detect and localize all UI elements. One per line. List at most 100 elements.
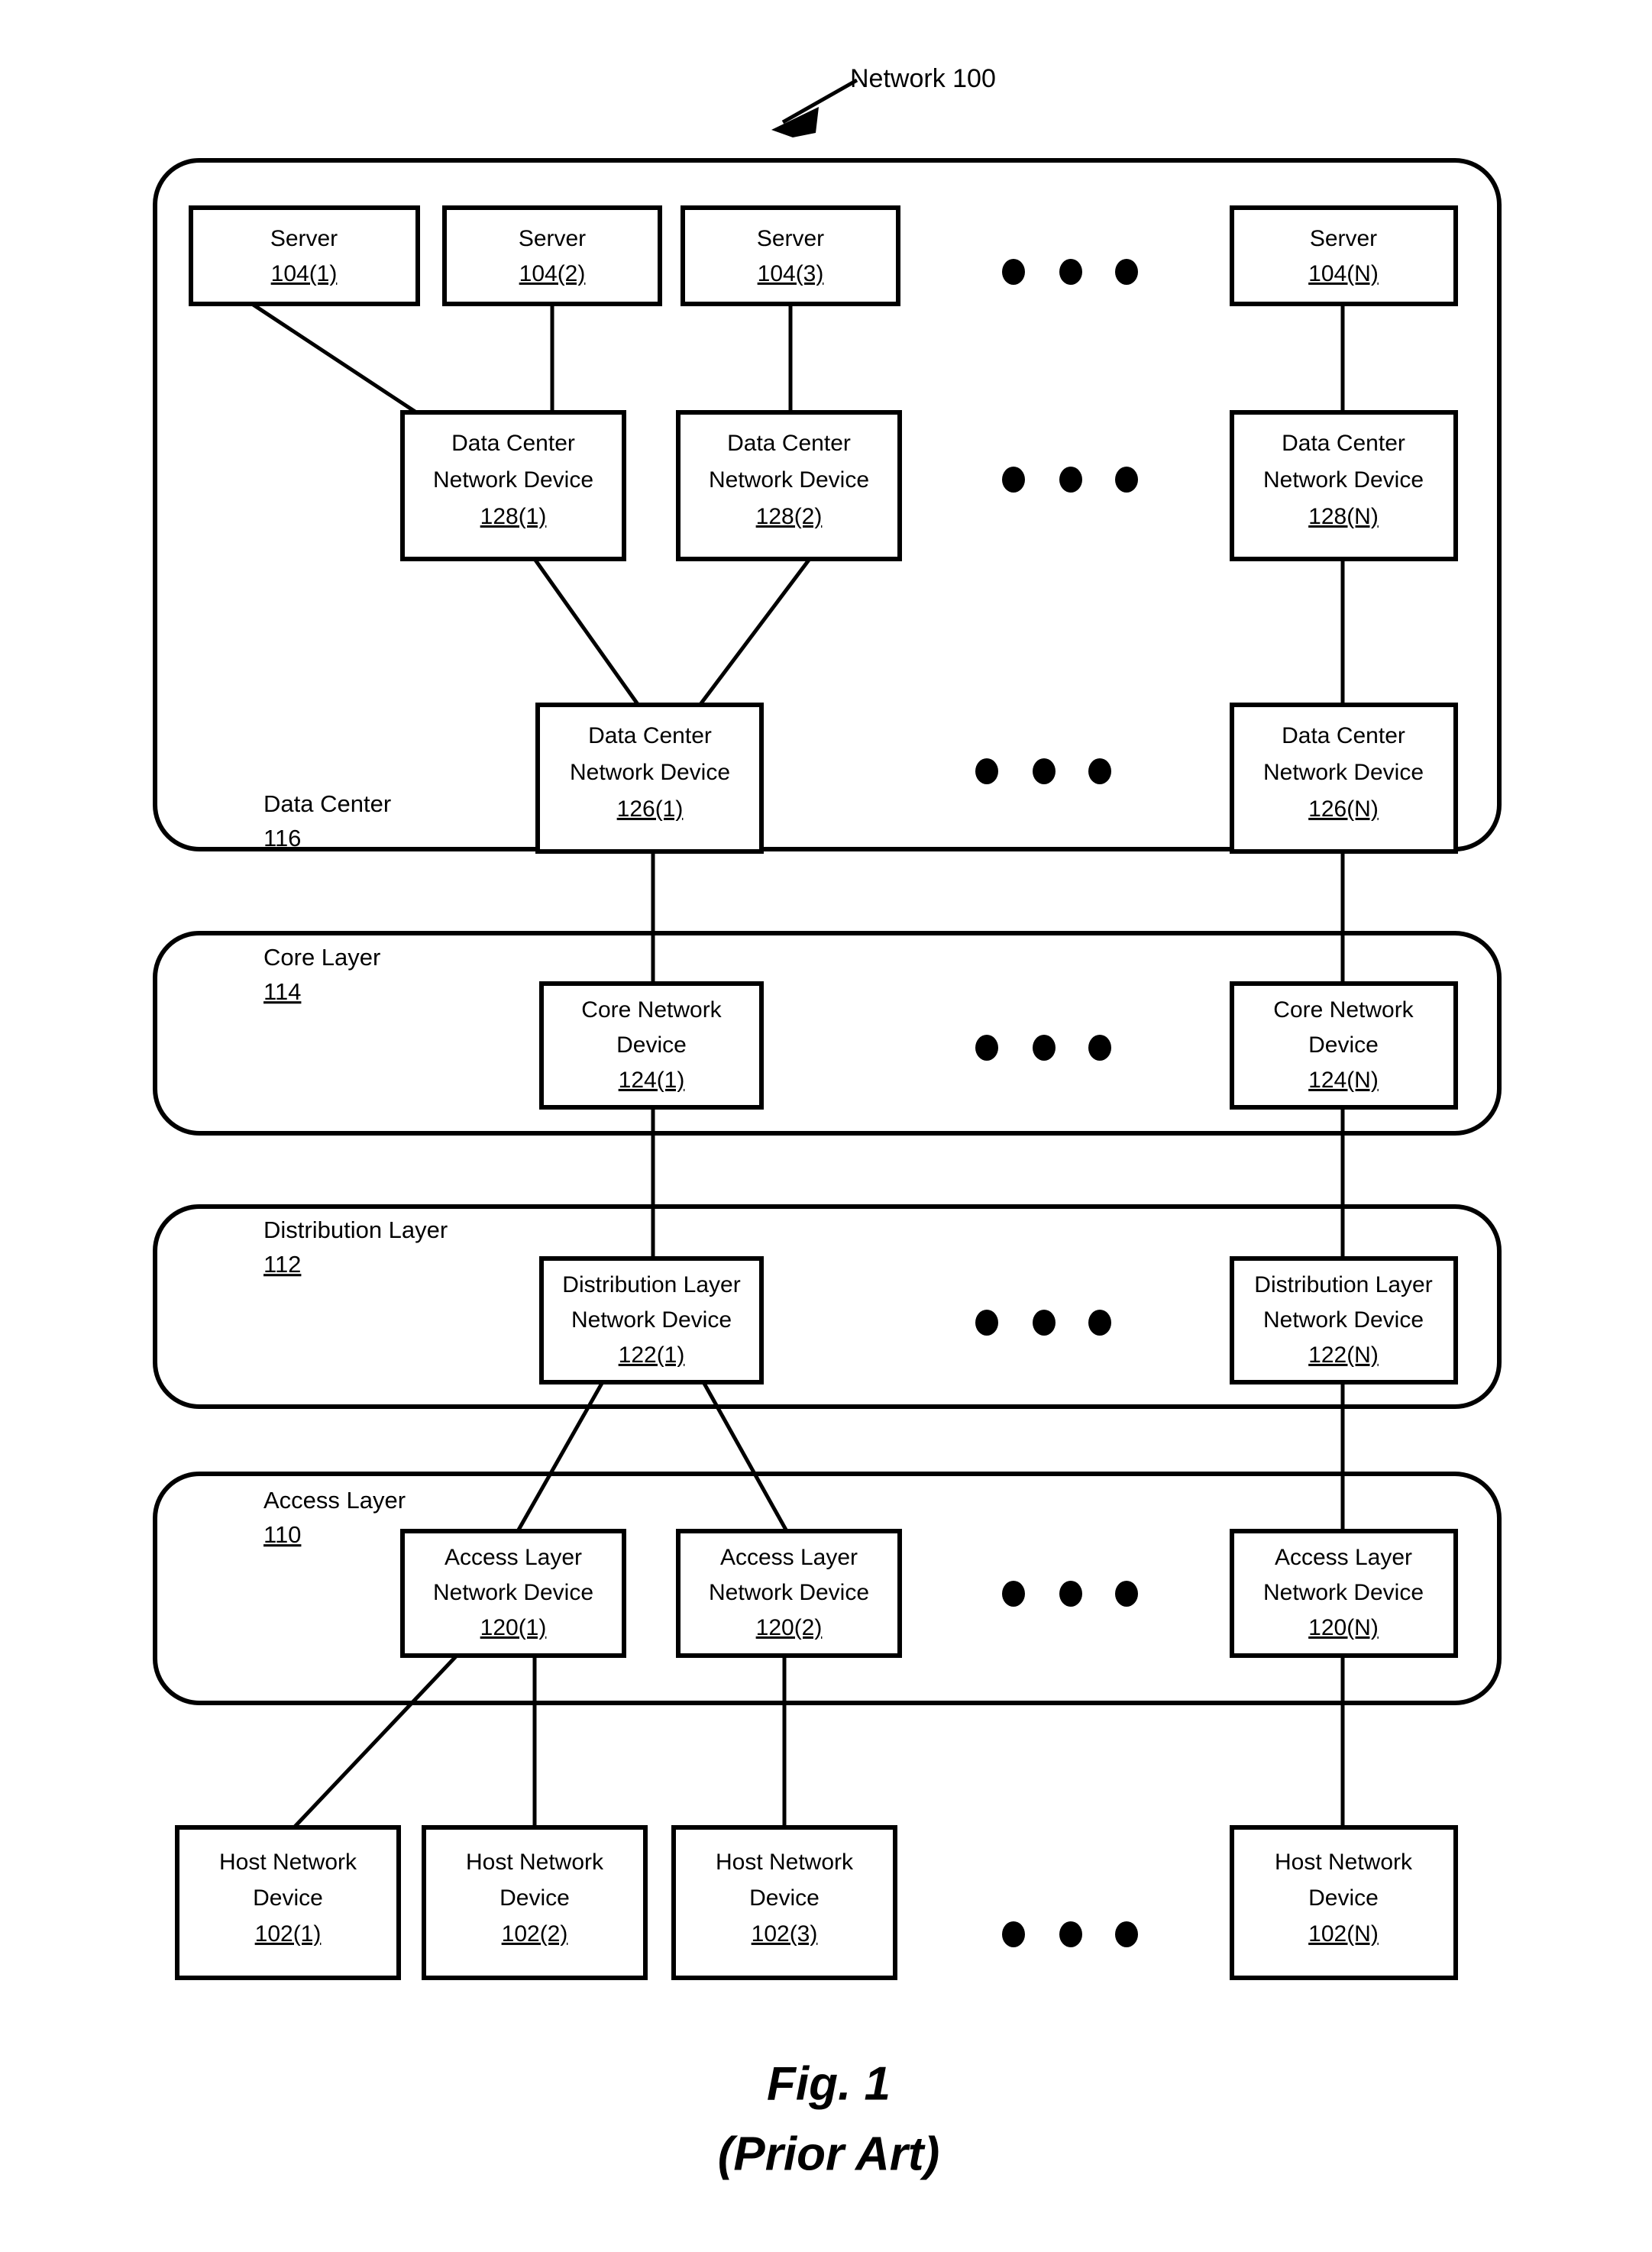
node-ref: 128(1): [480, 504, 547, 529]
figure-caption-line1: Fig. 1: [767, 2057, 891, 2110]
node-dist122-N[interactable]: Distribution Layer Network Device 122(N): [1230, 1256, 1458, 1384]
ellipsis-dot: [1002, 1581, 1025, 1607]
node-dc128-N[interactable]: Data Center Network Device 128(N): [1230, 410, 1458, 561]
ellipsis-servers: [1002, 259, 1138, 285]
node-ref: 122(N): [1308, 1342, 1379, 1368]
ellipsis-dot: [1002, 467, 1025, 493]
node-access120-N[interactable]: Access Layer Network Device 120(N): [1230, 1529, 1458, 1658]
node-ref: 128(N): [1308, 504, 1379, 529]
node-host102-3[interactable]: Host Network Device 102(3): [671, 1825, 897, 1980]
link-dc128-2-to-dc126-1: [697, 557, 811, 708]
node-access120-2[interactable]: Access Layer Network Device 120(2): [676, 1529, 902, 1658]
ellipsis-dot: [1059, 467, 1082, 493]
node-server-2[interactable]: Server 104(2): [442, 205, 662, 306]
network-callout-label: Network 100: [850, 64, 996, 93]
ellipsis-dot: [1002, 259, 1025, 285]
node-title-line1: Data Center: [727, 431, 851, 456]
node-title-line2: Network Device: [709, 1580, 869, 1605]
node-box[interactable]: [681, 205, 900, 306]
node-title-line2: Device: [749, 1885, 820, 1911]
node-ref: 102(2): [502, 1921, 568, 1947]
node-ref: 128(2): [756, 504, 823, 529]
node-title-line1: Distribution Layer: [562, 1272, 740, 1297]
ellipsis-dot: [1088, 758, 1111, 784]
figure-caption-line2: (Prior Art): [718, 2128, 939, 2180]
distribution-layer-label: Distribution Layer: [263, 1216, 448, 1243]
node-dc126-N[interactable]: Data Center Network Device 126(N): [1230, 703, 1458, 854]
link-dc128-1-to-dc126-1: [532, 557, 642, 708]
node-title-line1: Distribution Layer: [1254, 1272, 1432, 1297]
node-title-line2: Network Device: [570, 760, 730, 785]
node-title-line2: Network Device: [1263, 1580, 1424, 1605]
node-title-line2: Network Device: [571, 1307, 732, 1333]
callout-arrow-head: [771, 107, 819, 137]
ellipsis-dot: [1033, 758, 1056, 784]
node-ref: 120(N): [1308, 1615, 1379, 1640]
patent-figure-page: Network 100 Data Center 116 Core Layer 1…: [0, 0, 1652, 2252]
node-ref: 102(N): [1308, 1921, 1379, 1947]
ellipsis-core124: [975, 1035, 1111, 1061]
ellipsis-dot: [1115, 1581, 1138, 1607]
node-title-line1: Data Center: [1282, 431, 1405, 456]
node-ref: 104(1): [271, 261, 338, 286]
node-title-line1: Host Network: [466, 1850, 604, 1875]
node-server-3[interactable]: Server 104(3): [681, 205, 900, 306]
node-title-line2: Device: [1308, 1885, 1379, 1911]
node-ref: 126(N): [1308, 796, 1379, 822]
node-title-line1: Access Layer: [445, 1545, 582, 1570]
node-access120-1[interactable]: Access Layer Network Device 120(1): [400, 1529, 626, 1658]
node-title-line2: Network Device: [433, 1580, 593, 1605]
distribution-layer-ref: 112: [263, 1251, 301, 1278]
node-dc128-2[interactable]: Data Center Network Device 128(2): [676, 410, 902, 561]
ellipsis-access120: [1002, 1581, 1138, 1607]
node-core124-N[interactable]: Core Network Device 124(N): [1230, 981, 1458, 1110]
node-title: Server: [1310, 226, 1377, 251]
node-dist122-1[interactable]: Distribution Layer Network Device 122(1): [539, 1256, 764, 1384]
node-host102-N[interactable]: Host Network Device 102(N): [1230, 1825, 1458, 1980]
data-center-ref: 116: [263, 825, 301, 851]
node-dc128-1[interactable]: Data Center Network Device 128(1): [400, 410, 626, 561]
ellipsis-dot: [1088, 1310, 1111, 1336]
node-server-N[interactable]: Server 104(N): [1230, 205, 1458, 306]
node-title: Server: [270, 226, 338, 251]
node-box[interactable]: [442, 205, 662, 306]
node-box[interactable]: [189, 205, 420, 306]
node-title-line1: Data Center: [588, 723, 712, 748]
node-title-line1: Core Network: [1273, 997, 1414, 1023]
data-center-label: Data Center: [263, 790, 391, 817]
core-layer-label: Core Layer: [263, 944, 380, 971]
ellipsis-dot: [1059, 259, 1082, 285]
node-title-line2: Network Device: [433, 467, 593, 493]
core-layer-ref: 114: [263, 978, 301, 1005]
dc-device-126-row: Data Center Network Device 126(1) Data C…: [535, 703, 1458, 854]
node-host102-2[interactable]: Host Network Device 102(2): [422, 1825, 648, 1980]
node-title-line2: Network Device: [1263, 760, 1424, 785]
server-row: Server 104(1) Server 104(2) Server 104(3…: [189, 205, 1458, 306]
node-title-line1: Host Network: [219, 1850, 357, 1875]
node-title-line1: Host Network: [716, 1850, 854, 1875]
access-device-row: Access Layer Network Device 120(1) Acces…: [400, 1529, 1458, 1658]
node-server-1[interactable]: Server 104(1): [189, 205, 420, 306]
dc-device-128-row: Data Center Network Device 128(1) Data C…: [400, 410, 1458, 561]
node-ref: 124(N): [1308, 1068, 1379, 1093]
node-title-line2: Network Device: [709, 467, 869, 493]
node-title-line1: Core Network: [581, 997, 722, 1023]
node-core124-1[interactable]: Core Network Device 124(1): [539, 981, 764, 1110]
node-title-line1: Host Network: [1275, 1850, 1413, 1875]
node-title-line2: Device: [499, 1885, 570, 1911]
access-layer-ref: 110: [263, 1521, 301, 1548]
node-dc126-1[interactable]: Data Center Network Device 126(1): [535, 703, 764, 854]
callout-leader-line: [781, 78, 858, 124]
network-callout: Network 100: [771, 64, 996, 137]
ellipsis-dot: [975, 758, 998, 784]
network-hierarchy-diagram: Network 100 Data Center 116 Core Layer 1…: [153, 64, 1502, 2180]
node-title-line1: Access Layer: [1275, 1545, 1412, 1570]
ellipsis-dot: [975, 1035, 998, 1061]
ellipsis-dot: [1033, 1035, 1056, 1061]
node-ref: 122(1): [619, 1342, 685, 1368]
node-host102-1[interactable]: Host Network Device 102(1): [175, 1825, 401, 1980]
node-box[interactable]: [1230, 205, 1458, 306]
node-title-line2: Device: [1308, 1032, 1379, 1058]
distribution-device-row: Distribution Layer Network Device 122(1)…: [539, 1256, 1458, 1384]
ellipsis-dc126: [975, 758, 1111, 784]
